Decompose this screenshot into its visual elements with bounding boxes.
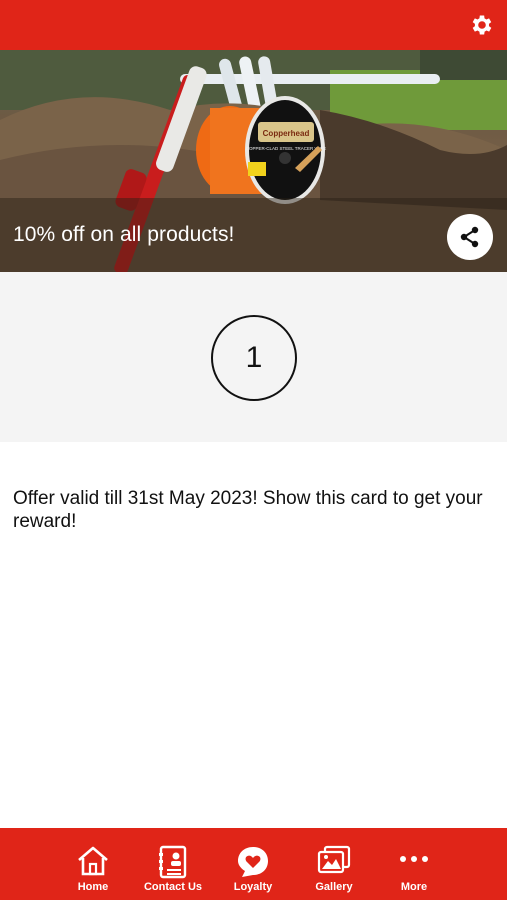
stamp-slot[interactable]: 1	[211, 315, 297, 401]
more-dots-icon	[400, 856, 428, 862]
nav-label-contact-us: Contact Us	[143, 881, 203, 893]
nav-label-loyalty: Loyalty	[233, 881, 273, 893]
offer-title: 10% off on all products!	[13, 223, 235, 246]
stamp-card: 1	[0, 272, 507, 442]
offer-description: Offer valid till 31st May 2023! Show thi…	[13, 488, 483, 532]
share-icon	[460, 226, 479, 248]
bottom-nav: Home Contact Us Loyalty Gallery More	[0, 828, 507, 900]
contact-card-icon	[159, 845, 187, 879]
nav-item-gallery[interactable]: Gallery	[294, 828, 374, 900]
top-app-bar	[0, 0, 507, 50]
nav-item-home[interactable]: Home	[53, 828, 133, 900]
nav-item-contact-us[interactable]: Contact Us	[133, 828, 213, 900]
nav-item-loyalty[interactable]: Loyalty	[213, 828, 293, 900]
product-brand-label: Copperhead	[263, 129, 310, 138]
nav-label-gallery: Gallery	[315, 881, 353, 893]
offer-hero-image: Copperhead COPPER-CLAD STEEL TRACER WIRE…	[0, 50, 507, 272]
gear-icon[interactable]	[469, 12, 495, 38]
gallery-icon	[317, 845, 351, 874]
home-icon	[78, 846, 108, 876]
nav-label-more: More	[400, 881, 428, 893]
share-button[interactable]	[447, 214, 493, 260]
heart-badge-icon	[238, 847, 268, 877]
nav-item-more[interactable]: More	[374, 828, 454, 900]
nav-label-home: Home	[77, 881, 109, 893]
